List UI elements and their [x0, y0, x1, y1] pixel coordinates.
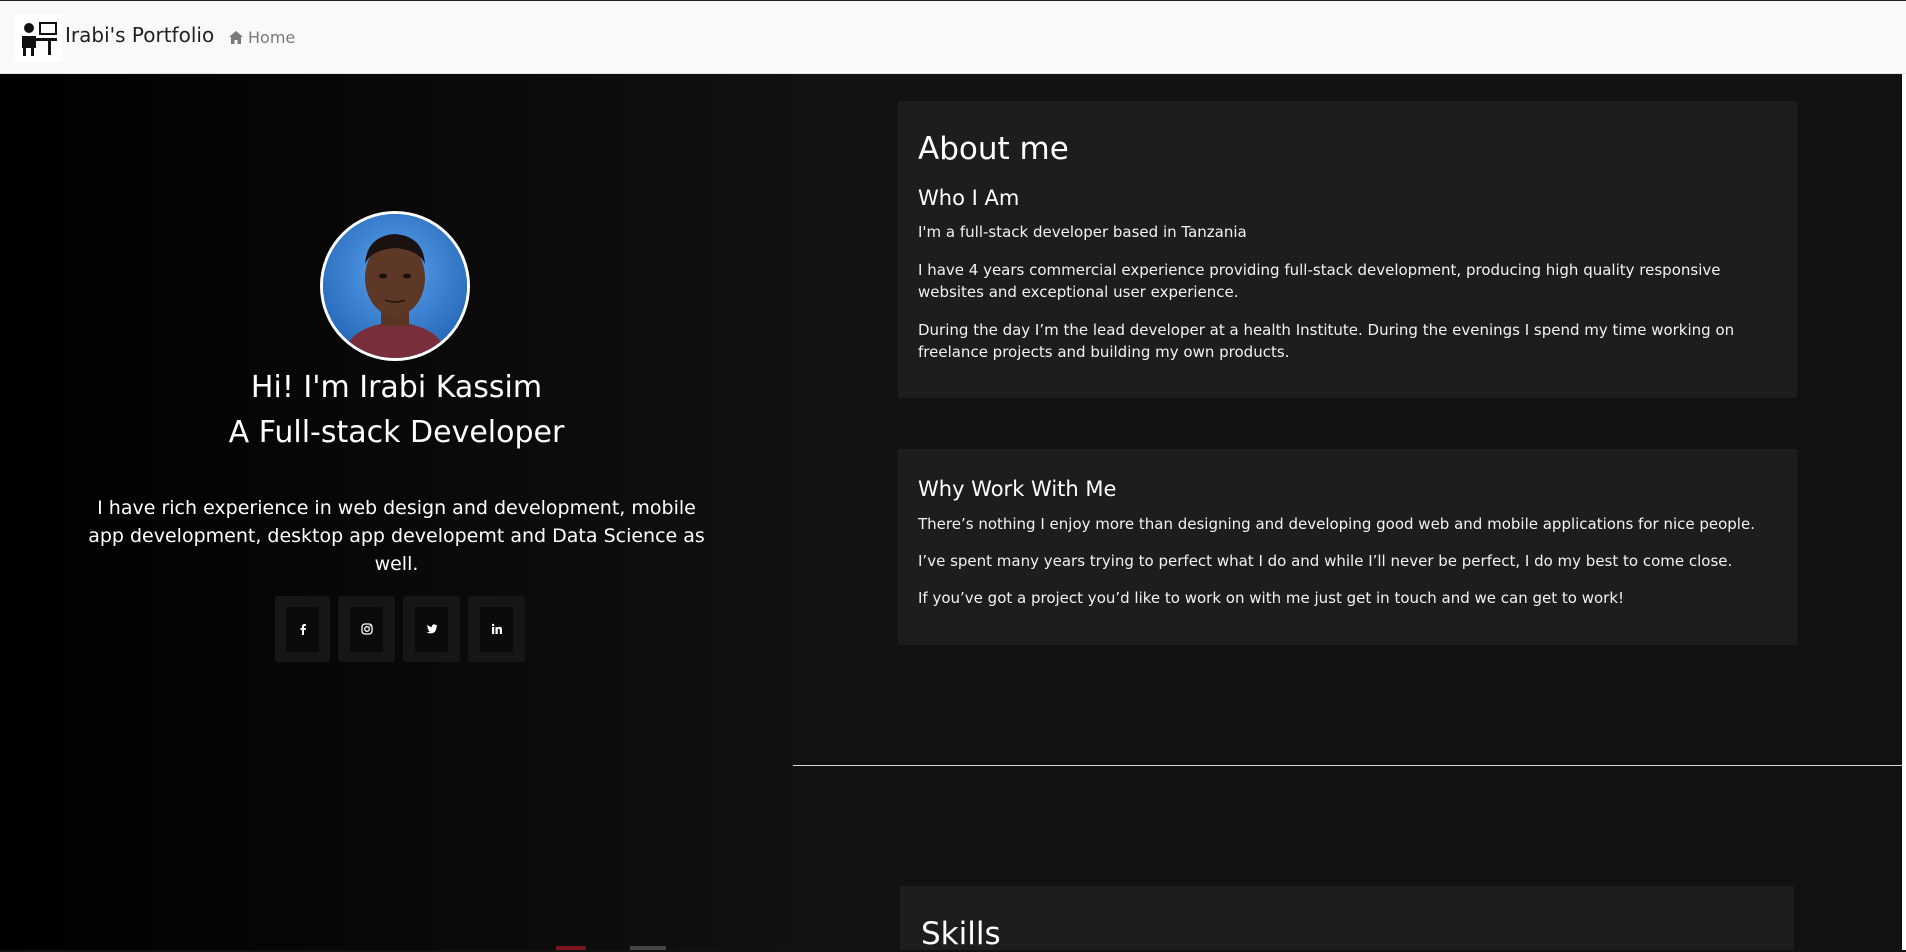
brand-logo-icon[interactable] — [15, 14, 63, 62]
profile-avatar — [320, 211, 470, 361]
about-paragraph: I have 4 years commercial experience pro… — [918, 261, 1721, 301]
social-links — [275, 596, 525, 662]
why-paragraph: If you’ve got a project you’d like to wo… — [918, 589, 1625, 607]
why-paragraph: There’s nothing I enjoy more than design… — [918, 515, 1755, 533]
hero-description: I have rich experience in web design and… — [88, 497, 705, 575]
who-i-am-heading: Who I Am — [918, 186, 1020, 210]
section-divider — [793, 765, 1902, 766]
why-work-heading: Why Work With Me — [918, 477, 1117, 501]
instagram-button[interactable] — [338, 596, 395, 662]
nav-home-label: Home — [248, 28, 296, 47]
linkedin-button[interactable] — [468, 596, 525, 662]
skills-title: Skills — [921, 916, 1001, 952]
skills-card: Skills — [900, 886, 1794, 952]
facebook-button[interactable] — [275, 596, 330, 662]
hero-greeting: Hi! I'm Irabi Kassim — [250, 370, 543, 405]
why-work-card: Why Work With Me There’s nothing I enjoy… — [898, 449, 1797, 645]
linkedin-icon — [491, 623, 502, 634]
home-icon — [229, 31, 243, 44]
navbar: Irabi's Portfolio Home — [0, 0, 1906, 74]
brand-name[interactable]: Irabi's Portfolio — [65, 23, 214, 47]
facebook-icon — [300, 624, 306, 635]
instagram-icon — [360, 623, 373, 635]
why-paragraph: I’ve spent many years trying to perfect … — [918, 552, 1733, 570]
about-paragraph: I'm a full-stack developer based in Tanz… — [918, 223, 1247, 241]
twitter-button[interactable] — [403, 596, 460, 662]
twitter-icon — [426, 624, 437, 634]
partial-element — [630, 946, 666, 950]
partial-element — [556, 946, 586, 950]
about-title: About me — [918, 131, 1069, 167]
scrollbar[interactable] — [1902, 74, 1906, 950]
about-card: About me Who I Am I'm a full-stack devel… — [898, 101, 1797, 398]
nav-home-link[interactable]: Home — [229, 28, 295, 47]
hero-role: A Full-stack Developer — [228, 415, 565, 450]
about-paragraph: During the day I’m the lead developer at… — [918, 321, 1735, 361]
